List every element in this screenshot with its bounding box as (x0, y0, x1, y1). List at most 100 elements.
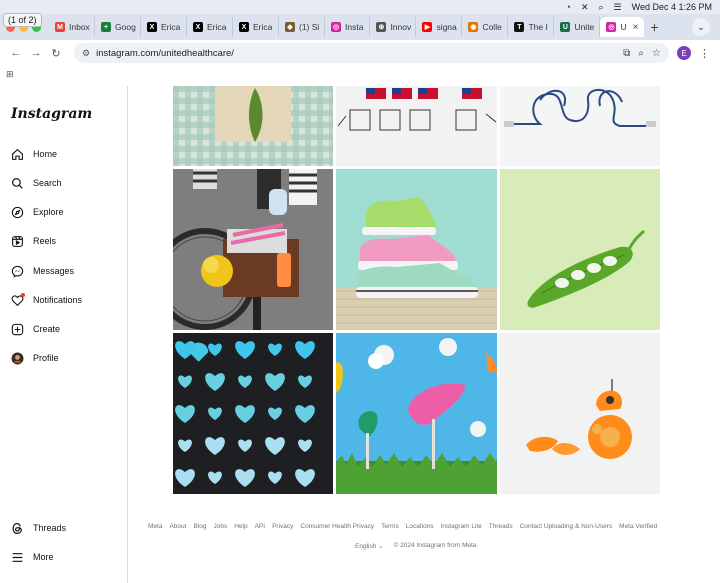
tab-label: Erica (161, 22, 181, 32)
compass-icon (11, 206, 24, 219)
url-bar[interactable]: ⚙ instagram.com/unitedhealthcare/ ⧉ ⌕ ☆ (74, 43, 669, 63)
x-icon: X (239, 22, 249, 32)
footer-link[interactable]: Meta (148, 523, 162, 530)
new-tab-button[interactable]: + (650, 19, 658, 35)
youtube-icon: ▶ (422, 22, 433, 32)
sidebar-item-more[interactable]: More (11, 549, 54, 565)
browser-tab[interactable]: X Erica (141, 17, 187, 37)
footer-link[interactable]: Threads (489, 523, 513, 530)
tab-search-icon[interactable]: ⌄ (692, 18, 710, 36)
sidebar-item-messages[interactable]: Messages (11, 263, 74, 279)
post-thumbnail[interactable] (336, 333, 497, 494)
footer-link[interactable]: Locations (406, 523, 434, 530)
avatar (11, 352, 24, 365)
browser-tab[interactable]: ⊕ Innov (370, 17, 417, 37)
control-center-icon[interactable]: ☰ (614, 2, 622, 13)
close-tab-icon[interactable]: × (633, 22, 639, 33)
sidebar-item-create[interactable]: Create (11, 321, 60, 337)
menubar-clock[interactable]: Wed Dec 4 1:26 PM (632, 2, 712, 12)
footer-link[interactable]: Instagram Lite (441, 523, 482, 530)
install-app-icon[interactable]: ⧉ (623, 48, 630, 59)
sidebar-item-label: Create (33, 324, 61, 334)
post-thumbnail[interactable] (500, 169, 660, 330)
tab-label: Innov (390, 22, 412, 32)
gmail-icon: M (55, 22, 65, 32)
browser-tab[interactable]: U Unite (554, 17, 601, 37)
google-sheets-icon: + (101, 22, 111, 32)
browser-profile-avatar[interactable]: E (677, 46, 691, 60)
tab-label: U (620, 22, 627, 32)
footer-link[interactable]: Help (234, 523, 247, 530)
post-thumbnail[interactable] (500, 86, 660, 166)
tab-label: (1) Si (299, 22, 320, 32)
language-selector[interactable]: English ⌄ (355, 542, 384, 550)
sidebar-item-search[interactable]: Search (11, 175, 62, 191)
sidebar-item-label: Profile (33, 353, 59, 363)
browser-tab[interactable]: + Goog (95, 17, 141, 37)
tab-label: Insta (345, 22, 364, 32)
forward-icon[interactable]: → (26, 47, 46, 59)
sidebar-item-home[interactable]: Home (11, 146, 57, 162)
browser-tab[interactable]: M Inbox (49, 17, 95, 37)
post-thumbnail[interactable] (336, 169, 497, 330)
browser-tab[interactable]: ◎ U × (600, 17, 645, 37)
tab-label: The I (528, 22, 548, 32)
sidebar-item-label: Search (33, 178, 62, 188)
zoom-icon[interactable]: ⌕ (638, 48, 644, 59)
footer-link[interactable]: Privacy (272, 523, 293, 530)
x-icon: X (193, 22, 203, 32)
footer-link[interactable]: Contact Uploading & Non-Users (520, 523, 613, 530)
copyright-text: © 2024 Instagram from Meta (393, 542, 477, 549)
sidebar-item-reels[interactable]: Reels (11, 233, 56, 249)
post-thumbnail[interactable] (336, 86, 497, 166)
browser-tab[interactable]: X Erica (187, 17, 233, 37)
generic-icon: ◆ (285, 22, 295, 32)
bookmark-star-icon[interactable]: ☆ (652, 48, 661, 59)
browser-tab[interactable]: ◆ (1) Si (279, 17, 325, 37)
footer-links: Meta About Blog Jobs Help API Privacy Consumer … (148, 523, 657, 530)
post-thumbnail[interactable] (173, 169, 333, 330)
post-thumbnail[interactable] (500, 333, 660, 494)
sidebar-item-label: Home (33, 149, 58, 159)
spotlight-icon[interactable]: ⌕ (599, 2, 604, 13)
sidebar-item-label: Messages (33, 266, 75, 276)
wifi-icon[interactable]: ◔ (566, 2, 571, 12)
footer-link[interactable]: Terms (381, 523, 399, 530)
site-info-icon[interactable]: ⚙ (82, 48, 90, 59)
browser-tab[interactable]: T The I (508, 17, 555, 37)
home-icon (11, 148, 24, 161)
instagram-logo[interactable]: Instagram (11, 106, 92, 122)
tab-label: Erica (253, 22, 273, 32)
mute-icon[interactable]: ✕ (581, 2, 589, 13)
browser-tab[interactable]: ◉ Colle (462, 17, 509, 37)
sidebar-item-label: More (33, 552, 54, 562)
hamburger-icon (11, 551, 24, 564)
sidebar-item-threads[interactable]: Threads (11, 520, 66, 536)
footer-link[interactable]: Meta Verified (619, 523, 657, 530)
tab-strip: M Inbox + Goog X Erica X Erica X Erica ◆ (1) Si ◎ Ins… (0, 14, 720, 40)
post-thumbnail[interactable] (173, 333, 333, 494)
sidebar-item-label: Notifications (33, 295, 83, 305)
sidebar-item-explore[interactable]: Explore (11, 204, 64, 220)
footer-meta: English ⌄ © 2024 Instagram from Meta (355, 542, 476, 550)
reload-icon[interactable]: ↻ (46, 47, 66, 60)
footer-link[interactable]: Consumer Health Privacy (300, 523, 374, 530)
apps-grid-icon[interactable]: ⊞ (6, 69, 14, 80)
tab-label: Erica (207, 22, 227, 32)
sidebar-item-notifications[interactable]: Notifications (11, 292, 82, 308)
footer-link[interactable]: About (169, 523, 186, 530)
footer-link[interactable]: API (255, 523, 265, 530)
footer-link[interactable]: Jobs (213, 523, 227, 530)
post-thumbnail[interactable] (173, 86, 333, 166)
tab-label: Inbox (69, 22, 90, 32)
url-text[interactable]: instagram.com/unitedhealthcare/ (96, 48, 615, 59)
reels-icon (11, 235, 24, 248)
back-icon[interactable]: ← (6, 47, 26, 59)
browser-tab[interactable]: ▶ signa (416, 17, 463, 37)
sidebar-item-label: Explore (33, 207, 64, 217)
browser-tab[interactable]: X Erica (233, 17, 279, 37)
browser-menu-icon[interactable]: ⋮ (699, 47, 710, 60)
browser-tab[interactable]: ◎ Insta (325, 17, 371, 37)
footer-link[interactable]: Blog (193, 523, 206, 530)
sidebar-item-profile[interactable]: Profile (11, 350, 59, 366)
